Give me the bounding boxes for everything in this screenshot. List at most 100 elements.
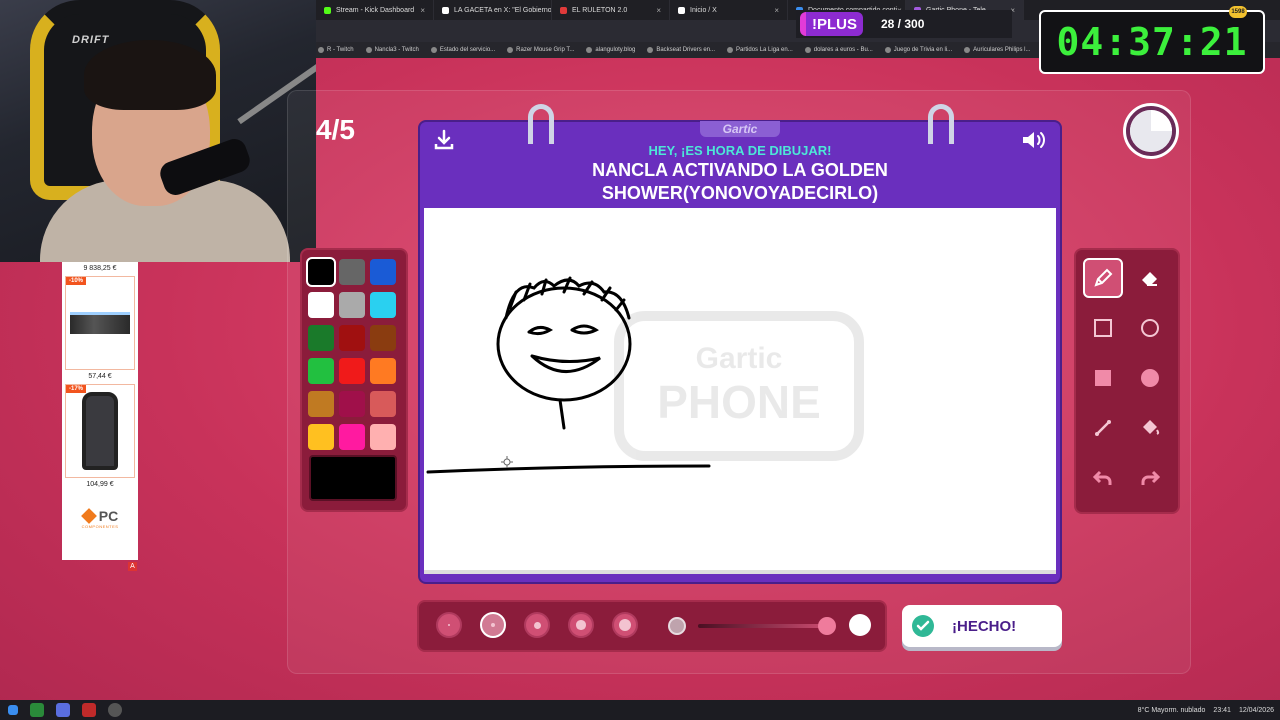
ad-price: 104,99 € bbox=[86, 481, 114, 488]
circle-outline-icon bbox=[1141, 319, 1159, 337]
tab-favicon-icon bbox=[324, 6, 331, 14]
rectangle-filled-tool[interactable] bbox=[1083, 358, 1123, 398]
color-swatch[interactable] bbox=[339, 259, 365, 285]
start-icon[interactable] bbox=[8, 705, 18, 715]
color-swatch[interactable] bbox=[370, 259, 396, 285]
color-swatch[interactable] bbox=[339, 391, 365, 417]
draw-prompt: NANCLA ACTIVANDO LA GOLDEN SHOWER(YONOVO… bbox=[592, 160, 888, 203]
brush-size-option[interactable] bbox=[612, 612, 638, 638]
bookmark-icon bbox=[647, 47, 654, 53]
undo-icon bbox=[1092, 470, 1112, 485]
drawing-layer: Gartic PHONE bbox=[426, 276, 864, 474]
tab-close-icon[interactable]: × bbox=[656, 6, 661, 15]
ad-product-chair[interactable]: -17% bbox=[65, 384, 135, 478]
settings-icon[interactable] bbox=[108, 703, 122, 717]
browser-tab[interactable]: EL RULETON 2.0 × bbox=[552, 0, 670, 20]
tray-date[interactable]: 12/04/2026 bbox=[1239, 707, 1274, 714]
bookmark-item[interactable]: Juego de Trivia en li... bbox=[884, 47, 952, 53]
color-swatch[interactable] bbox=[308, 391, 334, 417]
tab-close-icon[interactable]: × bbox=[774, 6, 779, 15]
redo-tool[interactable] bbox=[1130, 458, 1170, 498]
drawing-canvas[interactable]: Gartic PHONE bbox=[424, 208, 1056, 574]
fill-bucket-icon bbox=[1143, 420, 1160, 435]
color-swatch[interactable] bbox=[339, 358, 365, 384]
bookmark-item[interactable]: dolares a euros - Bu... bbox=[804, 47, 873, 53]
browser-tab[interactable]: LA GACETA en X: "El Gobierno× bbox=[434, 0, 552, 20]
bookmark-item[interactable]: Auriculares Philips l... bbox=[964, 47, 1031, 53]
done-button[interactable]: ¡HECHO! bbox=[902, 605, 1062, 647]
draw-instruction: HEY, ¡ES HORA DE DIBUJAR! bbox=[648, 143, 832, 158]
opacity-slider[interactable] bbox=[698, 624, 834, 628]
circle-filled-tool[interactable] bbox=[1130, 358, 1170, 398]
bookmark-label: Estado del servicio... bbox=[439, 47, 496, 53]
bookmark-item[interactable]: Razer Mouse Grip T... bbox=[507, 47, 574, 53]
brush-size-option[interactable] bbox=[436, 612, 462, 638]
tab-close-icon[interactable]: × bbox=[420, 6, 425, 15]
undo-tool[interactable] bbox=[1083, 458, 1123, 498]
bookmark-label: Auriculares Philips l... bbox=[973, 47, 1031, 53]
color-swatch[interactable] bbox=[339, 424, 365, 450]
rectangle-outline-tool[interactable] bbox=[1083, 308, 1123, 348]
color-swatch[interactable] bbox=[306, 257, 336, 287]
done-label: ¡HECHO! bbox=[952, 617, 1017, 635]
ad-logo-sub: COMPONENTES bbox=[81, 524, 119, 529]
circle-outline-tool[interactable] bbox=[1130, 308, 1170, 348]
bookmark-item[interactable]: Estado del servicio... bbox=[430, 47, 496, 53]
ad-price: 57,44 € bbox=[88, 373, 112, 380]
color-swatch[interactable] bbox=[339, 292, 365, 318]
brush-size-option[interactable] bbox=[568, 612, 594, 638]
bookmark-item[interactable]: R - Twitch bbox=[318, 47, 354, 53]
tab-label: Inicio / X bbox=[690, 6, 717, 14]
os-taskbar: 8°C Mayorm. nublado 23:41 12/04/2026 bbox=[0, 700, 1280, 720]
tab-label: Stream - Kick Dashboard bbox=[336, 6, 415, 14]
plus-count: 28 / 300 bbox=[881, 17, 925, 31]
bookmark-item[interactable]: alanguloty.blog bbox=[586, 47, 635, 53]
color-swatch[interactable] bbox=[308, 325, 334, 351]
color-swatch[interactable] bbox=[308, 292, 334, 318]
line-icon bbox=[1095, 420, 1111, 436]
round-indicator: 4/5 bbox=[316, 114, 355, 145]
browser-tab[interactable]: Stream - Kick Dashboard × bbox=[316, 0, 434, 20]
ram-image bbox=[70, 312, 130, 334]
bookmark-icon bbox=[884, 47, 891, 53]
brush-size-option[interactable] bbox=[524, 612, 550, 638]
bookmark-item[interactable]: Nancla3 - Twitch bbox=[365, 47, 419, 53]
color-swatch[interactable] bbox=[370, 424, 396, 450]
app-icon[interactable] bbox=[82, 703, 96, 717]
bookmark-label: alanguloty.blog bbox=[595, 47, 636, 53]
weather-text[interactable]: 8°C Mayorm. nublado bbox=[1138, 707, 1206, 714]
chrome-icon[interactable] bbox=[30, 703, 44, 717]
tab-label: EL RULETON 2.0 bbox=[572, 6, 628, 14]
brush-size-dot bbox=[576, 620, 586, 630]
gartic-logo-tag: Gartic bbox=[700, 121, 780, 137]
logo-cube-icon bbox=[80, 508, 97, 524]
plus-label: !PLUS bbox=[800, 12, 863, 36]
pencil-tool[interactable] bbox=[1083, 258, 1123, 298]
color-swatch[interactable] bbox=[339, 325, 365, 351]
bookmark-label: Backseat Drivers en... bbox=[656, 47, 716, 53]
fill-bucket-tool[interactable] bbox=[1130, 408, 1170, 448]
brush-size-dot bbox=[448, 624, 450, 626]
brush-size-dot bbox=[490, 622, 496, 628]
ad-banner[interactable]: 9 838,25 € -10% 57,44 € -17% 104,99 € PC… bbox=[62, 262, 138, 560]
bookmark-item[interactable]: Backseat Drivers en... bbox=[647, 47, 715, 53]
color-swatch[interactable] bbox=[370, 325, 396, 351]
bookmark-icon bbox=[430, 47, 437, 53]
brush-size-option[interactable] bbox=[480, 612, 506, 638]
color-swatch[interactable] bbox=[308, 424, 334, 450]
chair-brand: DRIFT bbox=[72, 34, 110, 46]
tab-favicon-icon bbox=[442, 6, 449, 14]
eraser-tool[interactable] bbox=[1130, 258, 1170, 298]
color-swatch[interactable] bbox=[370, 358, 396, 384]
ad-choice-badge[interactable]: A bbox=[128, 562, 137, 571]
discord-icon[interactable] bbox=[56, 703, 70, 717]
bookmark-item[interactable]: Partidos La Liga en... bbox=[727, 47, 793, 53]
color-swatch[interactable] bbox=[308, 358, 334, 384]
line-tool[interactable] bbox=[1083, 408, 1123, 448]
tray-time[interactable]: 23:41 bbox=[1213, 707, 1231, 714]
browser-tab[interactable]: Inicio / X × bbox=[670, 0, 788, 20]
ad-product-ram[interactable]: -10% bbox=[65, 276, 135, 370]
color-swatch[interactable] bbox=[370, 292, 396, 318]
tab-favicon-icon bbox=[560, 6, 567, 14]
color-swatch[interactable] bbox=[370, 391, 396, 417]
